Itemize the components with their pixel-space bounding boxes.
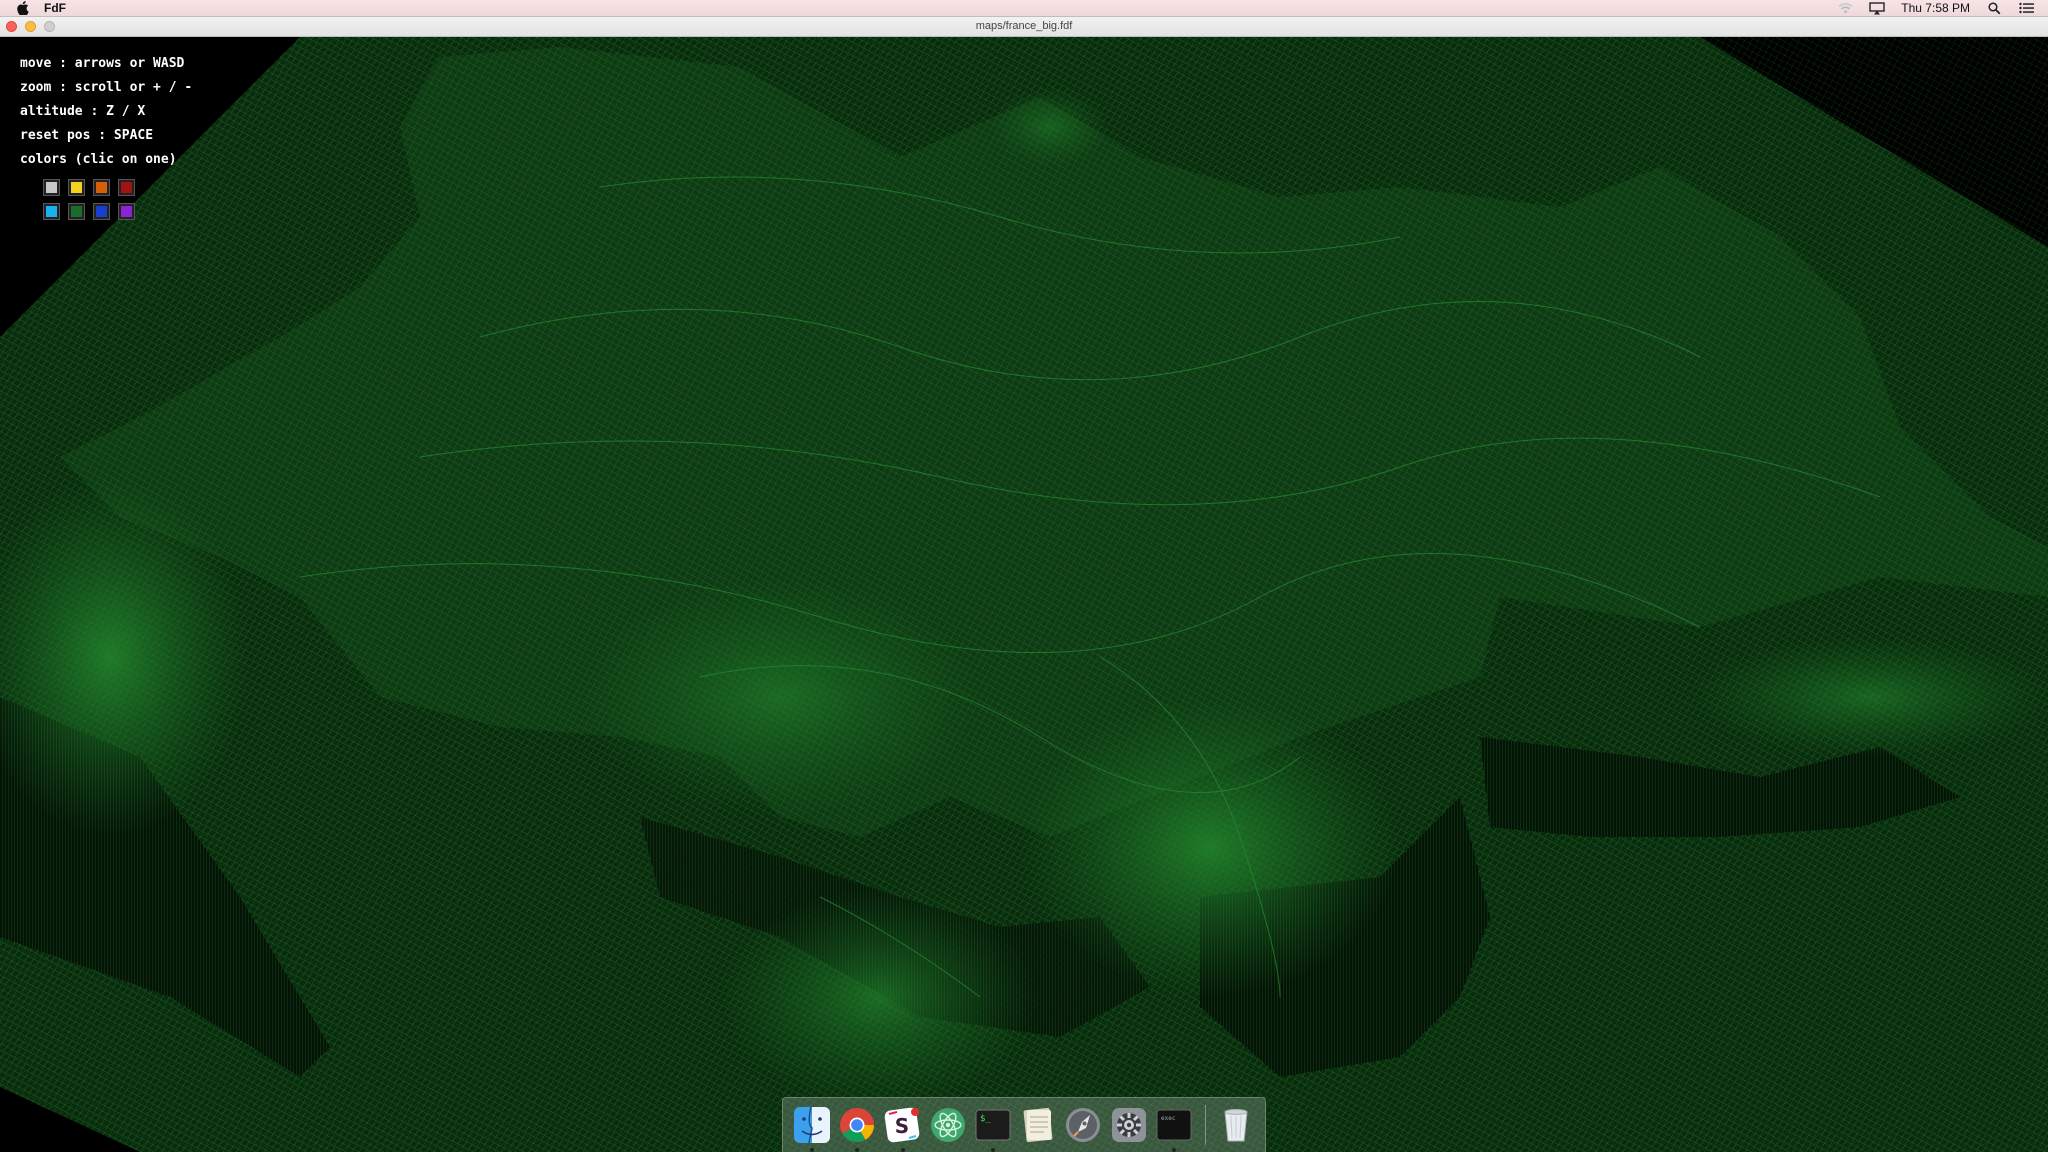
atom-icon[interactable] — [927, 1104, 968, 1146]
color-swatch-row2-1[interactable] — [43, 203, 60, 220]
peak-southwest — [720, 887, 1040, 1107]
svg-text:exec: exec — [1161, 1115, 1176, 1122]
notes-icon[interactable] — [1017, 1104, 1058, 1146]
palette-row-2 — [43, 203, 135, 220]
window-titlebar[interactable]: maps/france_big.fdf — [0, 17, 2048, 37]
color-palette — [43, 179, 135, 228]
app-menu-name[interactable]: FdF — [44, 1, 66, 15]
color-swatch-row2-4[interactable] — [118, 203, 135, 220]
terminal-2-icon[interactable]: exec — [1153, 1104, 1194, 1152]
trash-icon[interactable] — [1216, 1104, 1257, 1146]
notification-center-icon[interactable] — [2018, 2, 2034, 15]
system-preferences-icon[interactable] — [1108, 1104, 1149, 1146]
help-zoom: zoom : scroll or + / - — [20, 80, 193, 95]
help-colors: colors (clic on one) — [20, 152, 177, 167]
color-swatch-row1-4[interactable] — [118, 179, 135, 196]
peak-east — [1690, 637, 2048, 757]
menubar-clock[interactable]: Thu 7:58 PM — [1901, 1, 1970, 15]
airplay-icon[interactable] — [1869, 1, 1885, 15]
menu-bar: FdF Thu 7:58 PM — [0, 0, 2048, 17]
window-title: maps/france_big.fdf — [975, 20, 1073, 32]
chrome-icon[interactable] — [836, 1104, 877, 1152]
fdf-render-canvas[interactable]: move : arrows or WASD zoom : scroll or +… — [0, 37, 2048, 1152]
help-altitude: altitude : Z / X — [20, 104, 146, 119]
peak-north — [990, 87, 1110, 167]
spotlight-icon[interactable] — [1986, 1, 2002, 15]
finder-icon[interactable] — [791, 1104, 832, 1152]
controls-help: move : arrows or WASD zoom : scroll or +… — [20, 52, 192, 172]
help-move: move : arrows or WASD — [20, 56, 185, 71]
dock: S $_ exec — [782, 1097, 1266, 1152]
svg-text:S: S — [895, 1114, 909, 1138]
peak-alps — [1020, 697, 1400, 997]
help-reset: reset pos : SPACE — [20, 128, 154, 143]
wifi-icon[interactable] — [1837, 2, 1853, 15]
launchpad-icon[interactable] — [1063, 1104, 1104, 1146]
color-swatch-row1-2[interactable] — [68, 179, 85, 196]
screen: FdF Thu 7:58 PM maps/france_big.fdf move… — [0, 0, 2048, 1152]
terminal-icon[interactable]: $_ — [972, 1104, 1013, 1152]
apple-icon[interactable] — [16, 1, 30, 15]
color-swatch-row1-3[interactable] — [93, 179, 110, 196]
svg-text:$_: $_ — [980, 1114, 991, 1124]
peak-massif-central — [580, 577, 980, 817]
color-swatch-row2-3[interactable] — [93, 203, 110, 220]
color-swatch-row1-1[interactable] — [43, 179, 60, 196]
slack-icon[interactable]: S — [882, 1104, 923, 1152]
palette-row-1 — [43, 179, 135, 196]
color-swatch-row2-2[interactable] — [68, 203, 85, 220]
dock-separator — [1204, 1105, 1206, 1145]
terrain-wireframe[interactable] — [0, 37, 2048, 1152]
